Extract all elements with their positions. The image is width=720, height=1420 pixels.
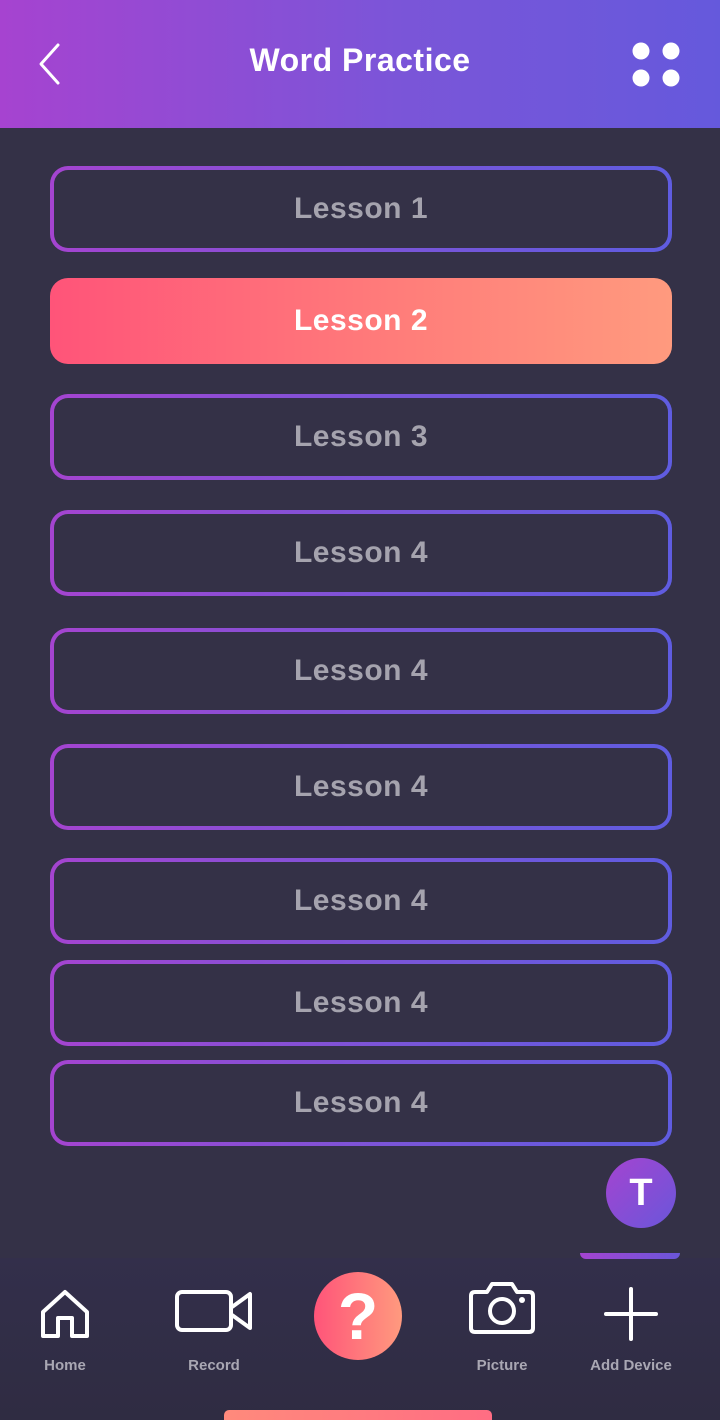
lesson-button-1[interactable]: Lesson 1 bbox=[50, 166, 672, 252]
lesson-button-7[interactable]: Lesson 4 bbox=[50, 858, 672, 944]
tab-home-label: Home bbox=[44, 1357, 86, 1374]
plus-icon bbox=[604, 1287, 658, 1341]
lesson-label: Lesson 3 bbox=[293, 420, 429, 453]
home-indicator bbox=[224, 1410, 492, 1420]
lesson-button-5[interactable]: Lesson 4 bbox=[50, 628, 672, 714]
tab-add-device[interactable]: Add Device bbox=[580, 1280, 682, 1390]
lesson-button-6[interactable]: Lesson 4 bbox=[50, 744, 672, 830]
lesson-label: Lesson 4 bbox=[293, 536, 429, 569]
lesson-label: Lesson 4 bbox=[293, 770, 429, 803]
camera-icon bbox=[469, 1282, 535, 1334]
lesson-label: Lesson 4 bbox=[293, 1086, 429, 1119]
lesson-button-9[interactable]: Lesson 4 bbox=[50, 1060, 672, 1146]
lesson-label: Lesson 4 bbox=[293, 986, 429, 1019]
question-icon: ? bbox=[337, 1279, 379, 1353]
help-button[interactable]: ? bbox=[314, 1272, 402, 1360]
tab-picture[interactable]: Picture bbox=[452, 1280, 552, 1390]
home-icon bbox=[41, 1290, 89, 1338]
lesson-button-3[interactable]: Lesson 3 bbox=[50, 394, 672, 480]
tab-add-device-label: Add Device bbox=[590, 1357, 672, 1374]
tab-picture-label: Picture bbox=[476, 1357, 528, 1374]
lesson-label: Lesson 4 bbox=[293, 654, 429, 687]
menu-button[interactable] bbox=[626, 36, 686, 92]
active-tab-indicator bbox=[580, 1253, 680, 1259]
tab-record-label: Record bbox=[188, 1357, 240, 1374]
lesson-button-2-selected[interactable]: Lesson 2 bbox=[50, 278, 672, 364]
tab-record[interactable]: Record bbox=[164, 1280, 264, 1390]
lesson-label: Lesson 4 bbox=[293, 884, 429, 917]
user-avatar[interactable]: T bbox=[606, 1158, 676, 1228]
tab-home[interactable]: Home bbox=[20, 1280, 110, 1390]
grid-dots-icon bbox=[632, 42, 680, 87]
page-title: Word Practice bbox=[249, 42, 471, 78]
video-camera-icon bbox=[175, 1290, 252, 1332]
header-bar: Word Practice bbox=[0, 0, 720, 128]
lesson-button-8[interactable]: Lesson 4 bbox=[50, 960, 672, 1046]
lesson-label: Lesson 1 bbox=[293, 192, 429, 225]
lesson-label: Lesson 2 bbox=[293, 304, 429, 337]
lesson-button-4[interactable]: Lesson 4 bbox=[50, 510, 672, 596]
